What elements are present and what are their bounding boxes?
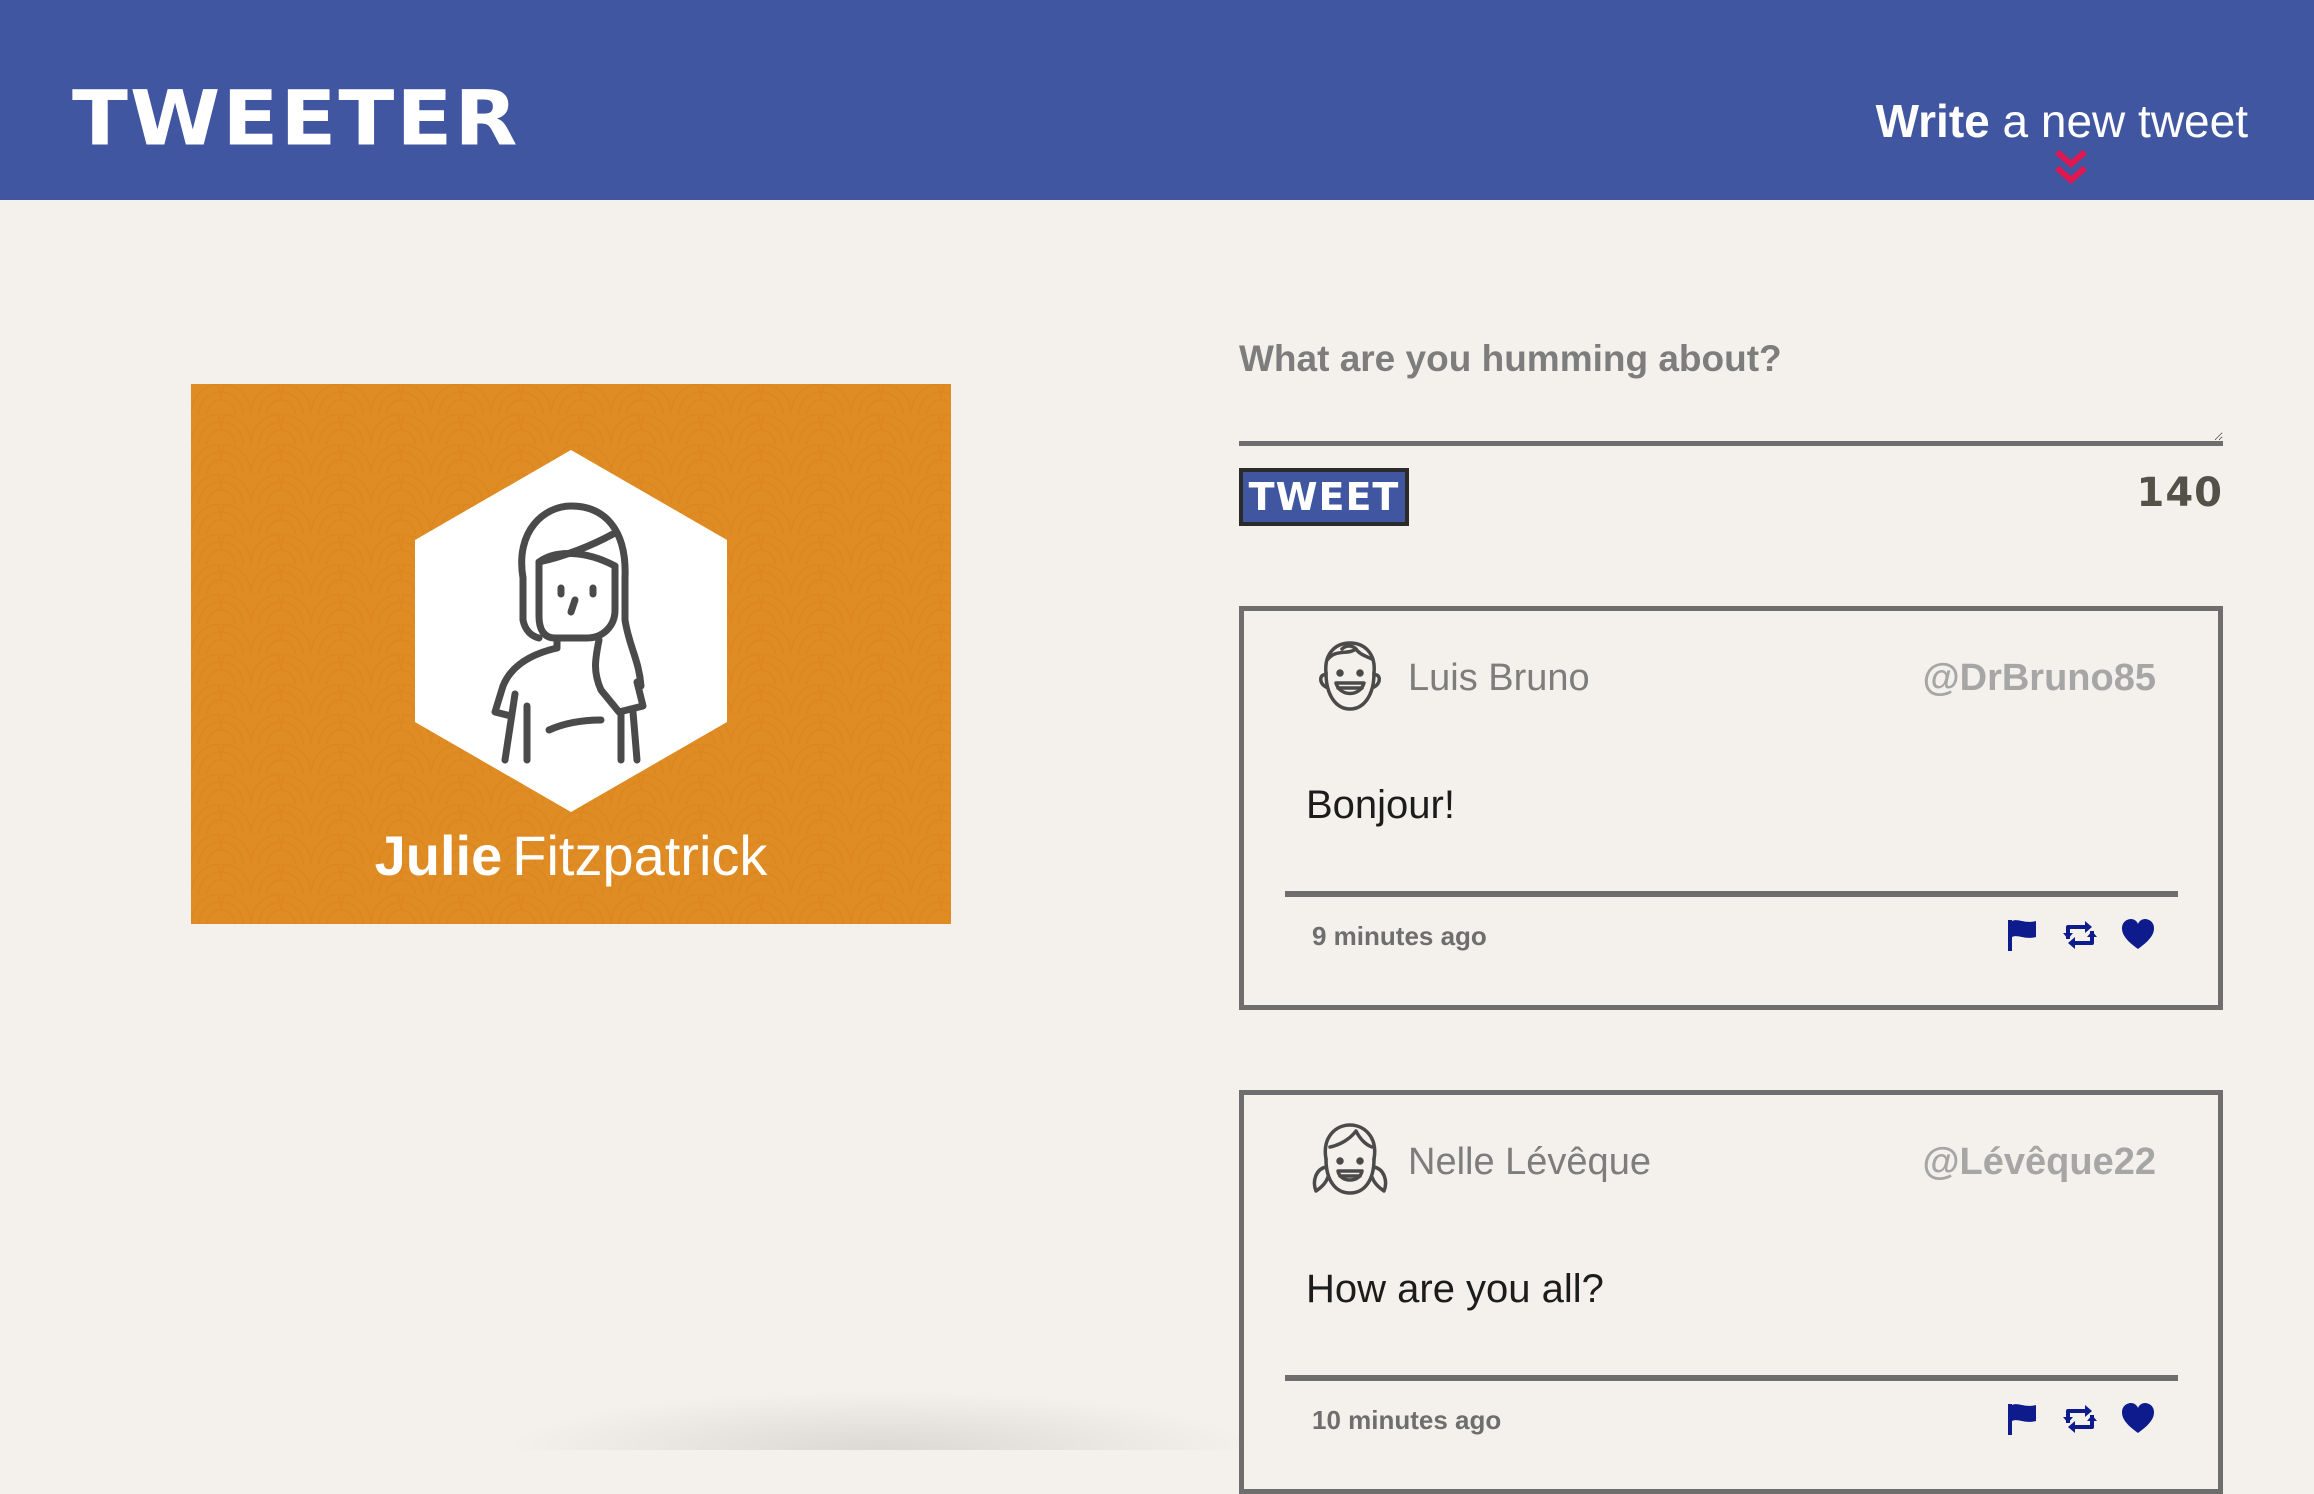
heart-icon[interactable]	[2120, 1401, 2156, 1437]
tweet-textarea[interactable]	[1239, 388, 2223, 446]
tweet-text: How are you all?	[1306, 1267, 1604, 1311]
tweet-card: Luis Bruno @DrBruno85 Bonjour! 9 minutes…	[1239, 606, 2223, 1010]
profile-name: Julie Fitzpatrick	[191, 822, 951, 889]
tweet-timestamp: 9 minutes ago	[1312, 921, 1487, 951]
heart-icon[interactable]	[2120, 917, 2156, 953]
double-chevron-down-icon[interactable]	[2053, 148, 2089, 188]
retweet-icon[interactable]	[2062, 917, 2098, 953]
tweet-actions	[2004, 1399, 2156, 1439]
character-counter: 140	[2136, 470, 2223, 516]
bottom-shadow	[500, 1390, 1260, 1450]
top-nav: TWEETER Write a new tweet	[0, 0, 2314, 200]
tweet-prompt-label: What are you humming about?	[1239, 338, 1782, 379]
flag-icon[interactable]	[2004, 917, 2040, 953]
boy-avatar-icon	[1319, 641, 1381, 711]
tweet-author-name: Nelle Lévêque	[1408, 1141, 1651, 1183]
profile-card: Julie Fitzpatrick	[191, 384, 951, 924]
profile-first-name: Julie	[374, 824, 503, 887]
tweet-author-handle: @Lévêque22	[1922, 1141, 2157, 1183]
woman-avatar-icon	[415, 450, 727, 812]
tweet-actions	[2004, 915, 2156, 955]
tweet-divider	[1285, 891, 2178, 897]
flag-icon[interactable]	[2004, 1401, 2040, 1437]
retweet-icon[interactable]	[2062, 1401, 2098, 1437]
tweet-divider	[1285, 1375, 2178, 1381]
tweet-author-name: Luis Bruno	[1408, 657, 1590, 699]
tweet-submit-button[interactable]: TWEET	[1239, 468, 1409, 526]
new-tweet-form: What are you humming about? TWEET 140	[1239, 330, 2223, 530]
compose-rest-text: a new tweet	[2002, 95, 2248, 147]
app-logo[interactable]: TWEETER	[72, 82, 520, 157]
tweet-timestamp: 10 minutes ago	[1312, 1405, 1502, 1435]
tweet-author-handle: @DrBruno85	[1922, 657, 2156, 699]
tweet-card: Nelle Lévêque @Lévêque22 How are you all…	[1239, 1090, 2223, 1494]
profile-last-name: Fitzpatrick	[512, 824, 768, 887]
girl-avatar-icon	[1312, 1123, 1388, 1195]
compose-toggle[interactable]: Write a new tweet	[1876, 98, 2248, 144]
tweet-text: Bonjour!	[1306, 783, 1455, 827]
compose-bold-text: Write	[1875, 95, 1990, 147]
